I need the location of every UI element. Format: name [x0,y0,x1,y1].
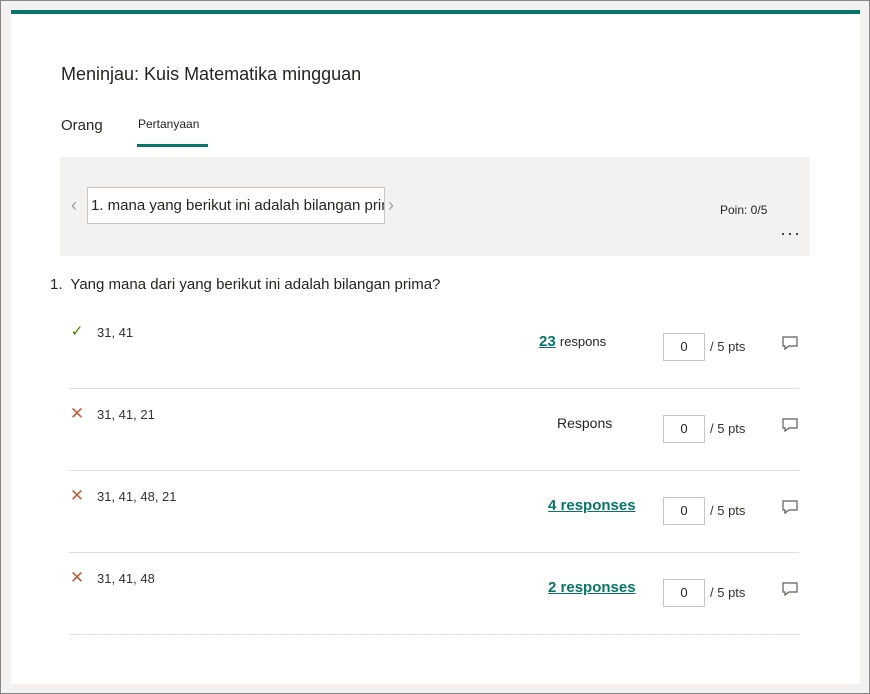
tab-questions[interactable]: Pertanyaan [138,117,199,131]
answer-row: ✕ 31, 41, 48, 21 4 responses 0 / 5 pts [69,470,799,553]
comment-icon[interactable] [781,498,799,516]
responses-label: Respons [557,415,613,431]
chevron-left-icon[interactable]: ‹ [71,195,85,215]
max-points: / 5 pts [710,339,746,354]
score-input[interactable]: 0 [663,579,705,607]
answer-row: ✕ 31, 41, 48 2 responses 0 / 5 pts [69,552,799,635]
answer-text: 31, 41, 48 [97,571,155,586]
responses-link[interactable]: 4 responses [548,497,636,514]
max-points: / 5 pts [710,503,746,518]
tab-people[interactable]: Orang [61,117,103,134]
question-label: Yang mana dari yang berikut ini adalah b… [70,276,441,293]
question-navigator: ‹ 1. mana yang berikut ini adalah bilang… [60,157,810,256]
responses-link[interactable]: 23 respons [539,333,606,350]
comment-icon[interactable] [781,580,799,598]
max-points: / 5 pts [710,585,746,600]
more-icon[interactable]: ··· [780,223,801,244]
answer-text: 31, 41, 48, 21 [97,489,177,504]
x-icon: ✕ [69,568,85,587]
comment-icon[interactable] [781,416,799,434]
comment-icon[interactable] [781,334,799,352]
response-count[interactable]: 23 [539,333,556,350]
x-icon: ✕ [69,404,85,423]
answer-text: 31, 41, 21 [97,407,155,422]
chevron-right-icon[interactable]: › [388,195,394,216]
score-input[interactable]: 0 [663,333,705,361]
points-summary: Poin: 0/5 [720,203,768,217]
responses-label: respons [559,334,607,349]
question-text: 1. Yang mana dari yang berikut ini adala… [50,276,440,293]
score-input[interactable]: 0 [663,415,705,443]
max-points: / 5 pts [710,421,746,436]
responses-link[interactable]: 2 responses [548,579,636,596]
score-input[interactable]: 0 [663,497,705,525]
active-tab-indicator [137,144,208,147]
question-selector[interactable]: 1. mana yang berikut ini adalah bilangan… [87,187,385,224]
answer-text: 31, 41 [97,325,134,340]
page-title: Meninjau: Kuis Matematika mingguan [61,64,362,84]
answer-row: ✕ 31, 41, 21 Respons 0 / 5 pts [69,388,799,471]
answer-row: ✓ 31, 41 23 respons 0 / 5 pts [69,306,799,389]
x-icon: ✕ [69,486,85,505]
check-icon: ✓ [70,323,84,340]
question-number: 1. [50,276,63,293]
